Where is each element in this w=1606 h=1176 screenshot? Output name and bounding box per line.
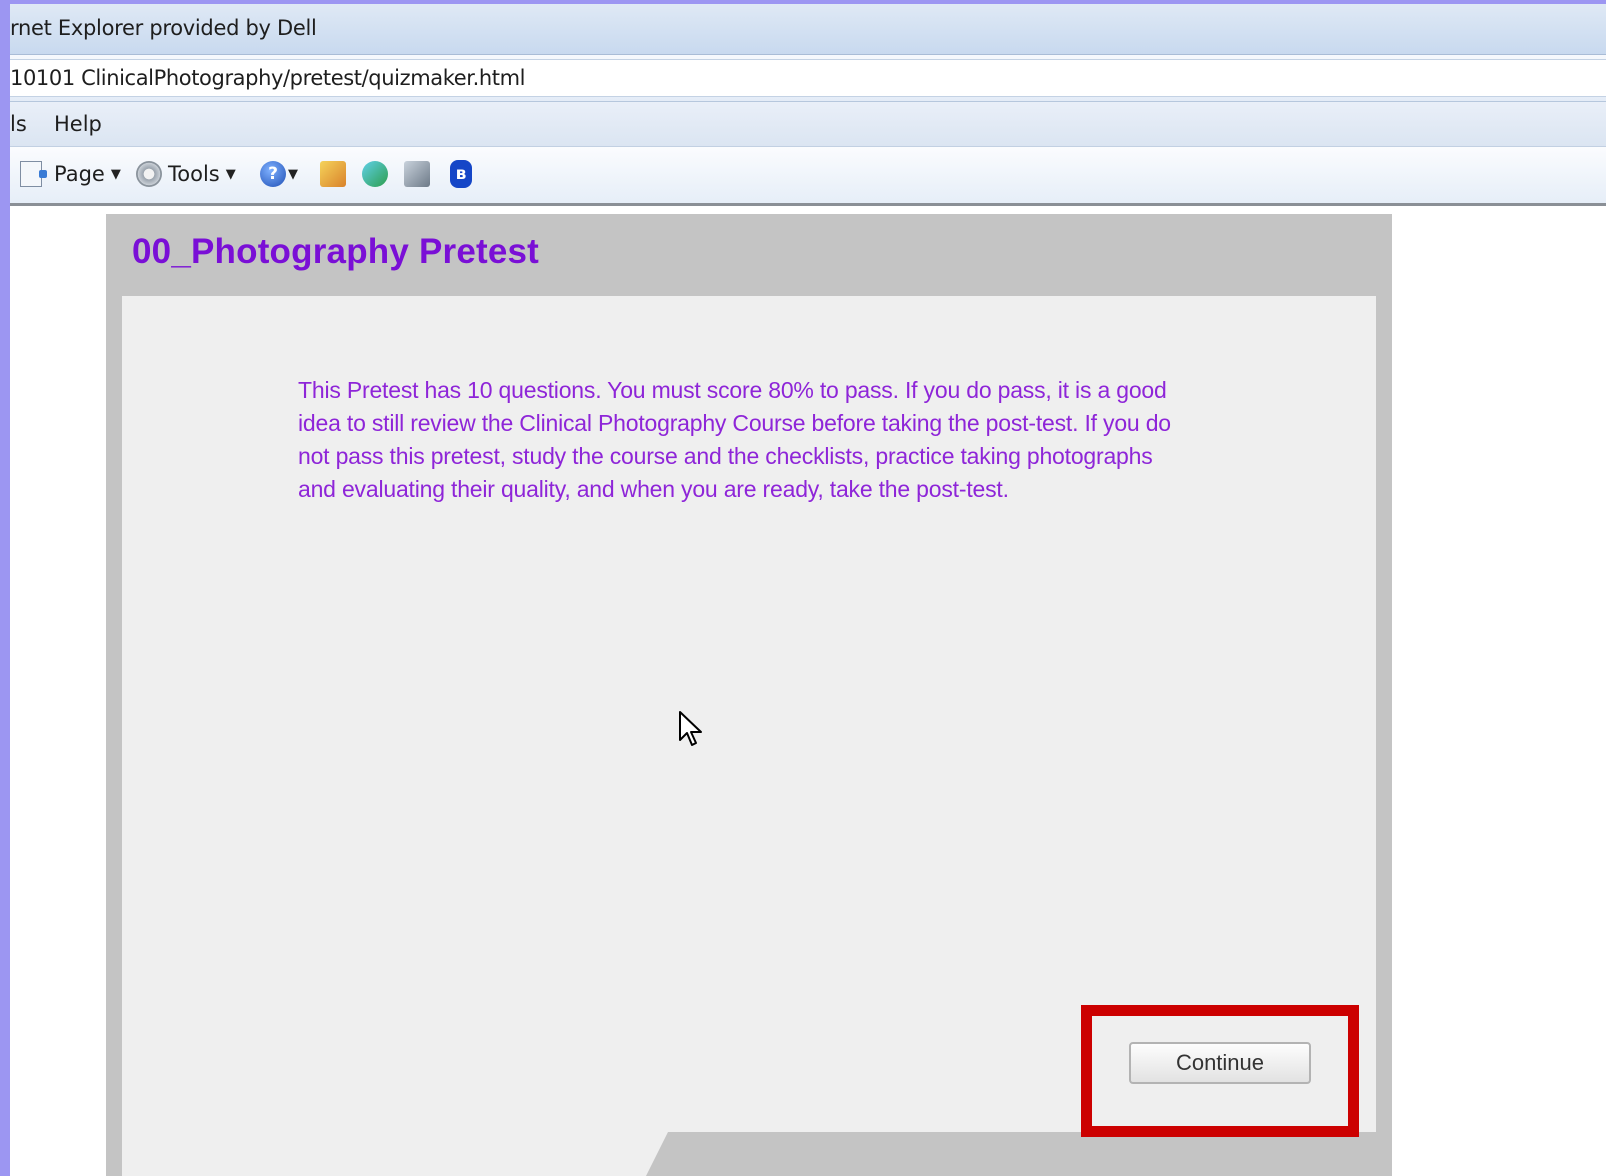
help-icon: ?: [260, 161, 286, 187]
window-title: rnet Explorer provided by Dell: [10, 16, 317, 40]
page-label: Page: [54, 162, 105, 186]
chevron-down-icon: ▼: [288, 166, 298, 182]
research-icon: [320, 161, 346, 187]
bottom-strip: [646, 1132, 1392, 1176]
command-bar: Page ▼ Tools ▼ ? ▼ ʙ: [10, 147, 1606, 206]
page-icon: [20, 161, 47, 187]
title-bar: rnet Explorer provided by Dell: [10, 4, 1606, 55]
browser-window: rnet Explorer provided by Dell 10101 Cli…: [10, 4, 1606, 1176]
continue-button[interactable]: Continue: [1129, 1042, 1311, 1084]
tools-label: Tools: [168, 162, 220, 186]
gear-icon: [136, 161, 162, 187]
bluetooth-icon: ʙ: [450, 160, 472, 188]
clipboard-button[interactable]: [404, 157, 430, 191]
quiz-title: 00_Photography Pretest: [132, 232, 540, 271]
clipboard-icon: [404, 161, 430, 187]
chevron-down-icon: ▼: [225, 166, 236, 182]
chevron-down-icon: ▼: [110, 166, 121, 182]
help-menu-button[interactable]: ? ▼: [260, 157, 298, 191]
quiz-intro-text: This Pretest has 10 questions. You must …: [298, 377, 1171, 502]
mouse-cursor-icon: [679, 711, 702, 746]
bluetooth-button[interactable]: ʙ: [450, 157, 472, 191]
menu-bar: ls Help: [10, 102, 1606, 147]
address-bar: 10101 ClinicalPhotography/pretest/quizma…: [10, 55, 1606, 102]
menu-item-help[interactable]: Help: [54, 112, 102, 136]
address-url[interactable]: 10101 ClinicalPhotography/pretest/quizma…: [10, 66, 525, 90]
address-field[interactable]: 10101 ClinicalPhotography/pretest/quizma…: [10, 59, 1606, 97]
tools-menu-button[interactable]: Tools ▼: [136, 157, 236, 191]
messenger-icon: [362, 161, 388, 187]
research-button[interactable]: [320, 157, 346, 191]
menu-item-tools[interactable]: ls: [10, 112, 27, 136]
messenger-button[interactable]: [362, 157, 388, 191]
page-menu-button[interactable]: Page ▼: [20, 157, 121, 191]
